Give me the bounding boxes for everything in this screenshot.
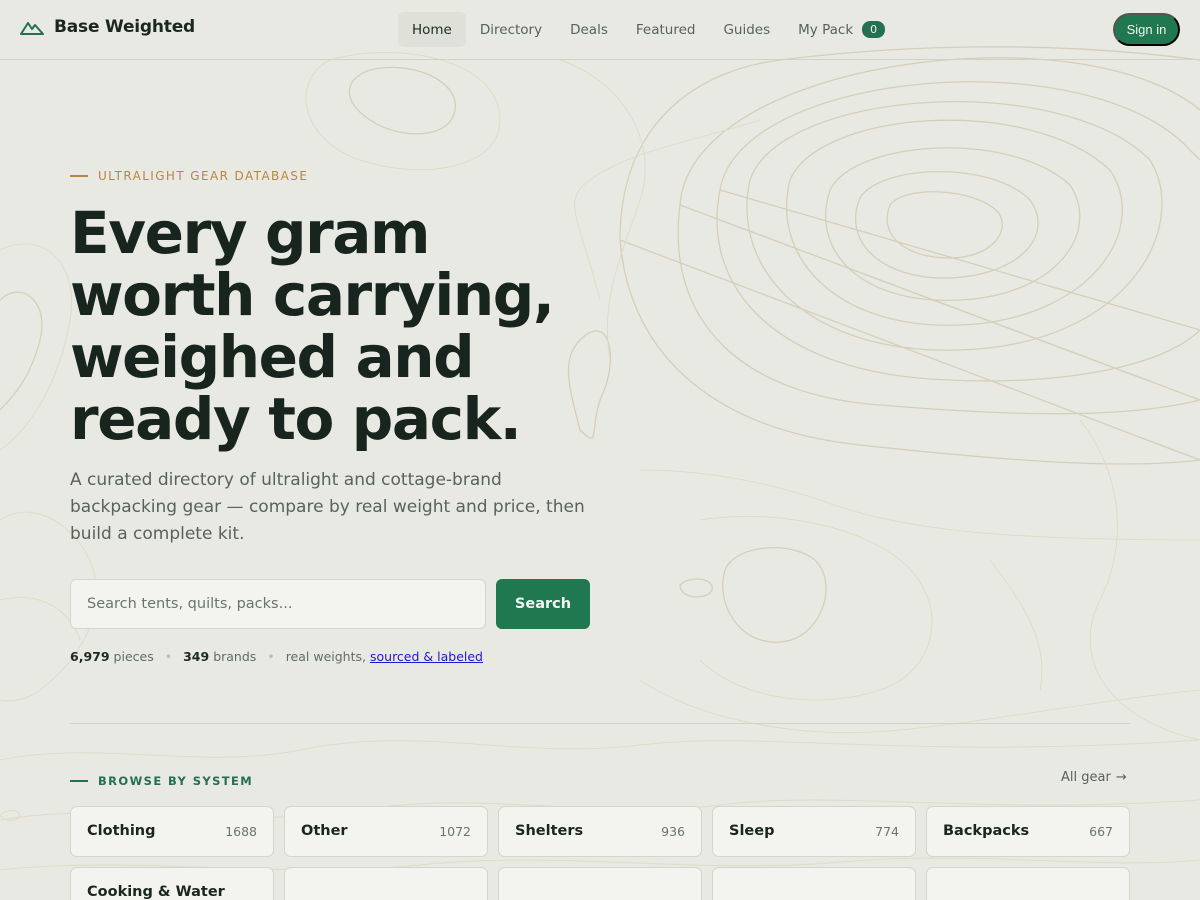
eyebrow-dash	[70, 175, 88, 177]
category-card[interactable]	[926, 867, 1130, 900]
category-name: Backpacks	[943, 823, 1030, 839]
category-name: Clothing	[87, 823, 156, 839]
category-count: 774	[875, 824, 899, 839]
hero-headline: Every gram worth carrying, weighed and r…	[70, 199, 555, 453]
all-gear-link[interactable]: All gear →	[1061, 770, 1127, 785]
arrow-right-icon: →	[1115, 770, 1127, 785]
nav-directory[interactable]: Directory	[466, 12, 556, 47]
pieces-count: 6,979	[70, 649, 110, 664]
nav-deals[interactable]: Deals	[556, 12, 622, 47]
category-count: 936	[661, 824, 685, 839]
top-navigation: Base Weighted Home Directory Deals Featu…	[0, 0, 1200, 60]
nav-home[interactable]: Home	[398, 12, 466, 47]
category-count: 1688	[225, 824, 257, 839]
pieces-label: pieces	[113, 649, 154, 664]
stats-separator: •	[164, 649, 173, 664]
brands-count: 349	[183, 649, 210, 664]
database-stats: 6,979 pieces • 349 brands • real weights…	[70, 649, 483, 664]
category-card[interactable]	[284, 867, 488, 900]
mountain-icon	[20, 22, 44, 35]
brand-logo-link[interactable]: Base Weighted	[20, 17, 195, 37]
category-count: 667	[1089, 824, 1113, 839]
category-count: 1072	[439, 824, 471, 839]
browse-label-text: BROWSE BY SYSTEM	[98, 774, 254, 788]
category-name: Cooking & Water	[87, 884, 225, 900]
brand-name: Base Weighted	[54, 17, 195, 37]
category-card[interactable]: Cooking & Water	[70, 867, 274, 900]
weights-text: real weights,	[285, 649, 366, 664]
sign-in-button[interactable]: Sign in	[1113, 13, 1180, 46]
category-card[interactable]	[712, 867, 916, 900]
sourced-labeled-link[interactable]: sourced & labeled	[370, 649, 483, 664]
browse-dash	[70, 780, 88, 782]
nav-guides[interactable]: Guides	[709, 12, 784, 47]
search-button[interactable]: Search	[496, 579, 590, 629]
category-card[interactable]	[498, 867, 702, 900]
nav-my-pack-label: My Pack	[798, 21, 854, 38]
category-card[interactable]: Other 1072	[284, 806, 488, 857]
category-name: Other	[301, 823, 348, 839]
category-card[interactable]: Clothing 1688	[70, 806, 274, 857]
all-gear-label: All gear	[1061, 770, 1111, 785]
nav-my-pack[interactable]: My Pack 0	[784, 12, 899, 47]
stats-separator: •	[267, 649, 275, 664]
main-nav: Home Directory Deals Featured Guides My …	[398, 12, 899, 47]
category-card[interactable]: Backpacks 667	[926, 806, 1130, 857]
category-name: Sleep	[729, 823, 775, 839]
category-card[interactable]: Shelters 936	[498, 806, 702, 857]
brands-label: brands	[213, 649, 257, 664]
hero-subhead: A curated directory of ultralight and co…	[70, 470, 585, 544]
hero-eyebrow: ULTRALIGHT GEAR DATABASE	[70, 169, 308, 183]
section-divider	[70, 723, 1130, 724]
eyebrow-text: ULTRALIGHT GEAR DATABASE	[98, 169, 309, 183]
pack-count-badge: 0	[862, 21, 886, 38]
category-name: Shelters	[515, 823, 584, 839]
nav-featured[interactable]: Featured	[622, 12, 710, 47]
category-card[interactable]: Sleep 774	[712, 806, 916, 857]
gear-search-input[interactable]	[70, 579, 486, 629]
browse-section-label: BROWSE BY SYSTEM	[70, 774, 253, 788]
